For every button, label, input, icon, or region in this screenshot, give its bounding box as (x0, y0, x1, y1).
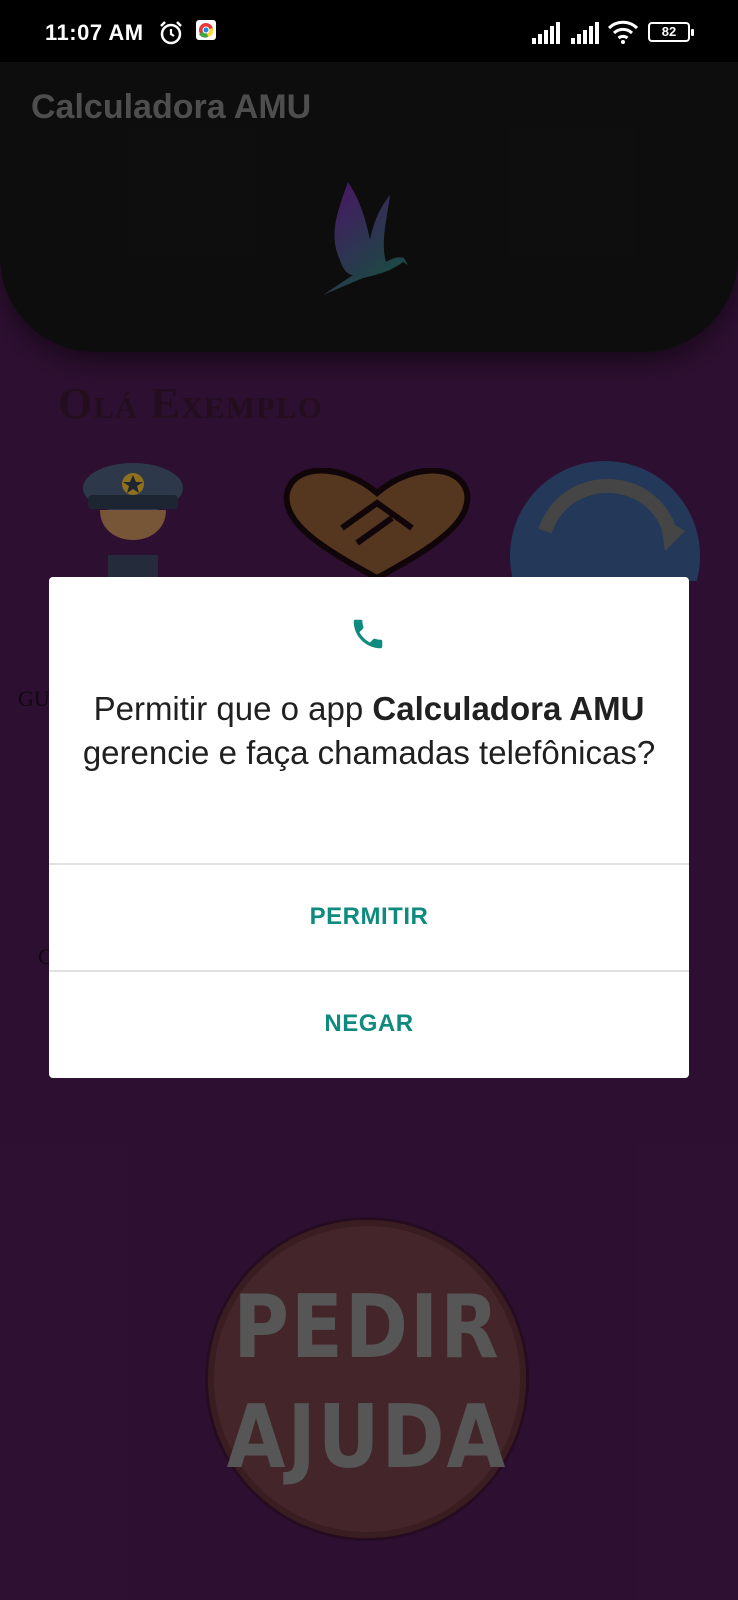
status-time: 11:07 AM (45, 20, 144, 45)
phone-icon (353, 619, 383, 649)
status-bar: 11:07 AM 82 (0, 0, 738, 62)
dialog-message-prefix: Permitir que o app (93, 690, 373, 727)
allow-button[interactable]: PERMITIR (49, 865, 689, 969)
dialog-app-name: Calculadora AMU (372, 690, 645, 727)
battery-icon: 82 (648, 22, 694, 42)
chrome-icon (196, 20, 216, 40)
alarm-icon (160, 21, 182, 45)
signal-icon (532, 22, 560, 44)
wifi-icon (608, 20, 638, 44)
dialog-message-suffix: gerencie e faça chamadas telefônicas? (82, 734, 656, 771)
deny-button[interactable]: NEGAR (49, 972, 689, 1076)
dialog-message: Permitir que o app Calculadora AMU geren… (79, 687, 659, 775)
permission-dialog: Permitir que o app Calculadora AMU geren… (49, 577, 689, 1078)
signal-icon (571, 22, 599, 44)
